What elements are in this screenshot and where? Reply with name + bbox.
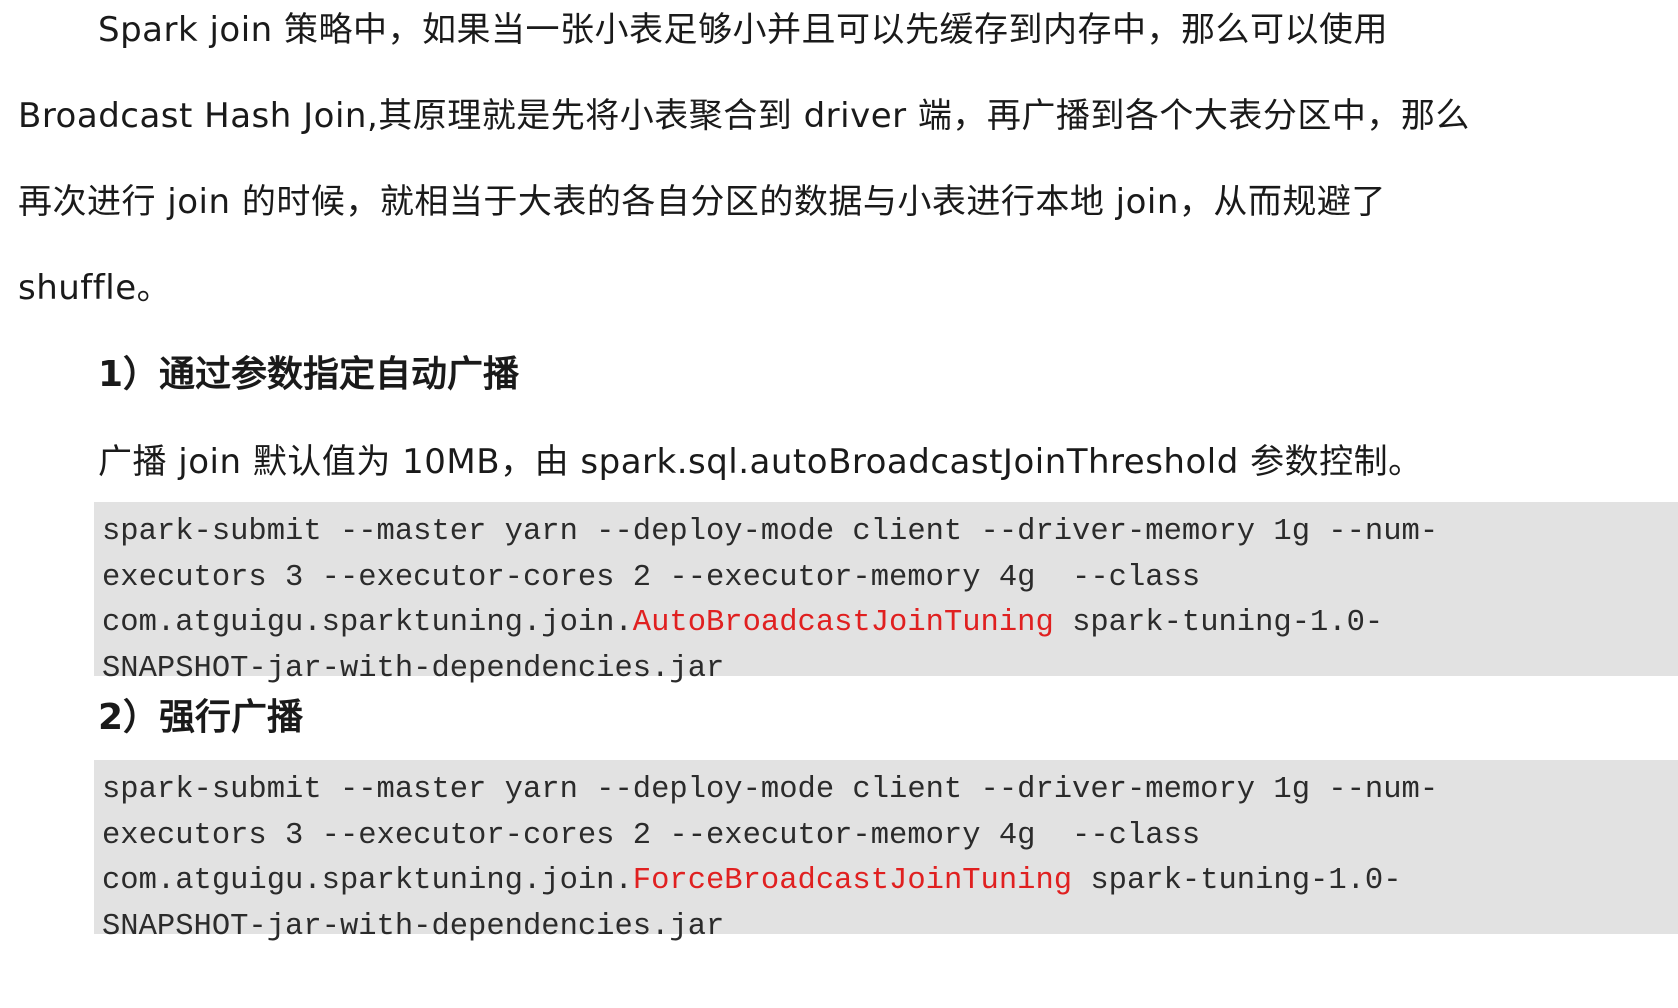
section-1-description: 广播 join 默认值为 10MB，由 spark.sql.autoBroadc… <box>98 442 1423 482</box>
code-line: com.atguigu.sparktuning.join.AutoBroadca… <box>102 601 1678 647</box>
section-1-heading: 1）通过参数指定自动广播 <box>98 354 520 395</box>
code-jar-prefix: spark-tuning-1.0- <box>1072 864 1402 898</box>
code-class-prefix: com.atguigu.sparktuning.join. <box>102 864 633 898</box>
code-line: SNAPSHOT-jar-with-dependencies.jar <box>102 651 725 686</box>
code-line: com.atguigu.sparktuning.join.ForceBroadc… <box>102 859 1678 905</box>
intro-line-1: Spark join 策略中，如果当一张小表足够小并且可以先缓存到内存中，那么可… <box>98 10 1389 50</box>
code-line: executors 3 --executor-cores 2 --executo… <box>102 818 1201 853</box>
section-2-heading: 2）强行广播 <box>98 697 304 738</box>
code-block-force-broadcast: spark-submit --master yarn --deploy-mode… <box>94 760 1678 944</box>
intro-line-2: Broadcast Hash Join,其原理就是先将小表聚合到 driver … <box>18 96 1470 136</box>
intro-line-4: shuffle。 <box>18 268 172 308</box>
code-line: SNAPSHOT-jar-with-dependencies.jar <box>102 909 725 944</box>
code-class-prefix: com.atguigu.sparktuning.join. <box>102 606 633 640</box>
code-class-highlight: ForceBroadcastJoinTuning <box>632 864 1073 898</box>
code-line: spark-submit --master yarn --deploy-mode… <box>102 773 1439 807</box>
document-page: Spark join 策略中，如果当一张小表足够小并且可以先缓存到内存中，那么可… <box>0 0 1678 1008</box>
code-block-auto-broadcast: spark-submit --master yarn --deploy-mode… <box>94 502 1678 686</box>
code-line: spark-submit --master yarn --deploy-mode… <box>102 515 1439 549</box>
code-jar-prefix: spark-tuning-1.0- <box>1053 606 1384 640</box>
code-line: executors 3 --executor-cores 2 --executo… <box>102 560 1201 595</box>
code-class-highlight: AutoBroadcastJoinTuning <box>632 606 1054 640</box>
intro-line-3: 再次进行 join 的时候，就相当于大表的各自分区的数据与小表进行本地 join… <box>18 182 1386 222</box>
